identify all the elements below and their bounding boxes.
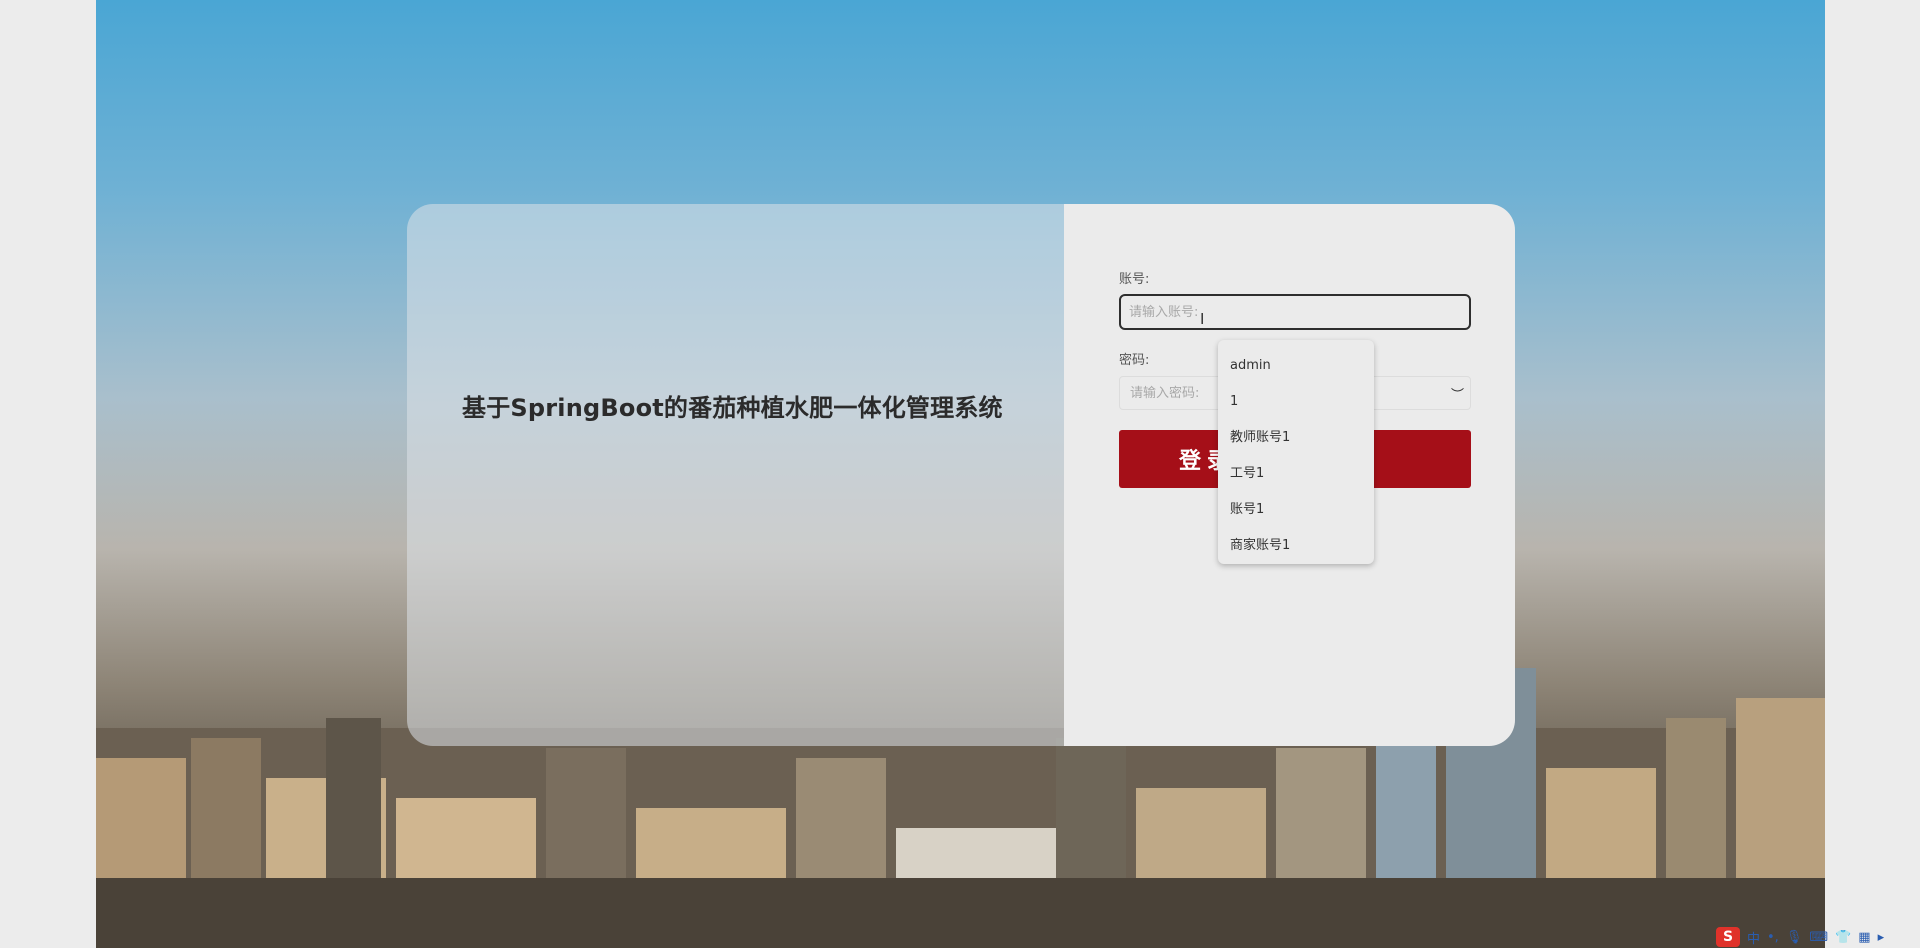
- sogou-ime-logo[interactable]: S: [1716, 927, 1740, 947]
- autocomplete-option[interactable]: 账号1: [1218, 492, 1374, 528]
- autocomplete-option[interactable]: 教师账号1: [1218, 420, 1374, 456]
- text-cursor-icon: I: [1200, 310, 1205, 328]
- password-label: 密码:: [1119, 353, 1150, 368]
- system-title: 基于SpringBoot的番茄种植水肥一体化管理系统: [462, 394, 1003, 422]
- autocomplete-option[interactable]: admin: [1218, 348, 1374, 384]
- login-page: 基于SpringBoot的番茄种植水肥一体化管理系统 账号: 密码: ︶ 登录 …: [0, 0, 1920, 948]
- more-icon[interactable]: ▸: [1878, 930, 1885, 945]
- account-autocomplete-dropdown: admin 1 教师账号1 工号1 账号1 商家账号1: [1218, 340, 1374, 564]
- autocomplete-option[interactable]: 工号1: [1218, 456, 1374, 492]
- account-input[interactable]: [1119, 294, 1471, 330]
- ime-toolbar: S 中 •, 🎙 ⌨ 👕 ▦ ▸: [1716, 926, 1884, 948]
- ime-mode-indicator[interactable]: 中: [1747, 928, 1760, 947]
- toolbox-icon[interactable]: ▦: [1858, 930, 1870, 945]
- autocomplete-option[interactable]: 1: [1218, 384, 1374, 420]
- title-panel: 基于SpringBoot的番茄种植水肥一体化管理系统: [407, 204, 1064, 746]
- microphone-icon[interactable]: 🎙: [1786, 930, 1803, 945]
- account-label: 账号:: [1119, 272, 1150, 287]
- keyboard-icon[interactable]: ⌨: [1809, 930, 1828, 945]
- punctuation-icon[interactable]: •,: [1767, 930, 1779, 945]
- skin-icon[interactable]: 👕: [1835, 930, 1851, 945]
- autocomplete-option[interactable]: 商家账号1: [1218, 528, 1374, 564]
- eye-closed-icon[interactable]: ︶: [1451, 384, 1464, 403]
